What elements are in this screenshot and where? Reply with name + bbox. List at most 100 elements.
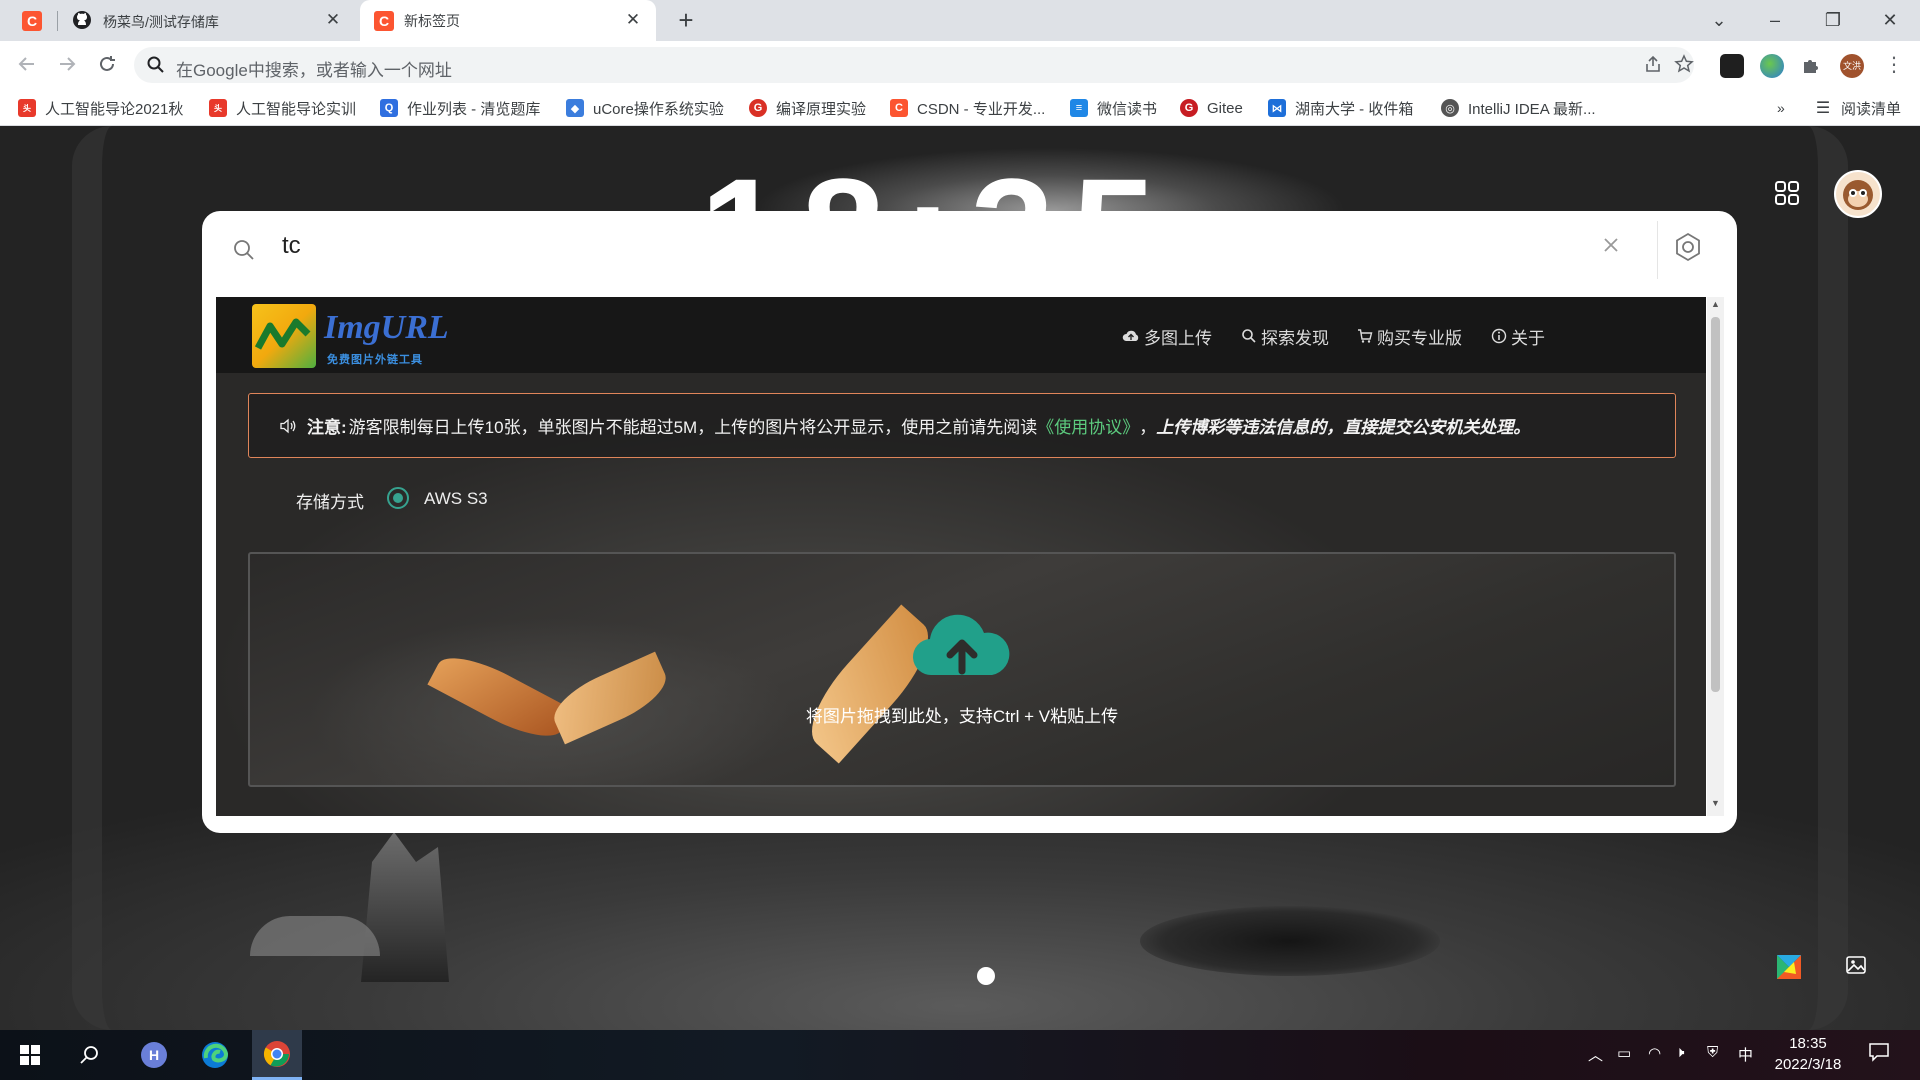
ucore-icon: ◆ (566, 99, 584, 117)
storage-radio-aws[interactable] (387, 487, 409, 509)
wallpaper-image-icon[interactable] (1845, 954, 1867, 981)
bookmark-item[interactable]: G 编译原理实验 (749, 96, 866, 120)
bookmark-label: 人工智能导论实训 (236, 100, 357, 118)
bookmark-label: 人工智能导论2021秋 (45, 100, 184, 118)
tray-chevron-icon[interactable]: ︿ (1588, 1044, 1603, 1065)
bookmark-item[interactable]: ≡ 微信读书 (1070, 96, 1157, 120)
forward-button[interactable] (54, 53, 80, 79)
reading-list-button[interactable]: ☰ 阅读清单 (1814, 96, 1901, 120)
bookmark-label: IntelliJ IDEA 最新... (1468, 100, 1596, 118)
leaf-decoration (545, 651, 675, 745)
nav-multi-upload[interactable]: 多图上传 (1122, 324, 1212, 348)
page-indicator-dot[interactable] (977, 967, 995, 985)
website-preview[interactable]: ImgURL 免费图片外链工具 多图上传 探索发现 购买专业版 关于 注意: 游… (216, 297, 1706, 816)
maximize-button[interactable]: ❐ (1821, 8, 1845, 32)
monkey-avatar-icon (1843, 180, 1873, 210)
taskbar-app-button[interactable]: H (129, 1030, 179, 1080)
nav-label: 关于 (1511, 328, 1545, 348)
colorful-logo-icon[interactable] (1774, 952, 1804, 987)
tab-github-repo[interactable]: C 杨菜鸟/测试存储库 ✕ (0, 0, 356, 41)
bookmark-item[interactable]: ⋈ 湖南大学 - 收件箱 (1268, 96, 1413, 120)
battery-icon[interactable]: ▭ (1617, 1044, 1631, 1062)
bookmark-item[interactable]: 头 人工智能导论实训 (209, 96, 356, 120)
scroll-up-arrow-icon[interactable]: ▲ (1711, 299, 1720, 309)
search-engine-settings-icon[interactable] (1672, 231, 1704, 268)
close-window-button[interactable]: ✕ (1878, 8, 1902, 32)
profile-avatar[interactable]: 文洪 (1840, 54, 1864, 78)
bookmark-label: Gitee (1207, 99, 1243, 117)
intellij-icon: ◎ (1441, 99, 1459, 117)
site-name[interactable]: ImgURL (324, 309, 449, 347)
bookmark-label: uCore操作系统实验 (593, 100, 724, 118)
address-bar[interactable]: 在Google中搜索，或者输入一个网址 (134, 47, 1694, 83)
clear-search-icon[interactable] (1601, 235, 1621, 260)
taskbar-date[interactable]: 2022/3/18 (1766, 1056, 1850, 1073)
bookmarks-more-button[interactable]: » (1777, 96, 1785, 120)
bookmark-star-icon[interactable] (1673, 54, 1695, 76)
reload-button[interactable] (94, 53, 120, 79)
taskbar-edge-button[interactable] (190, 1030, 240, 1080)
menu-kebab-icon[interactable]: ⋮ (1882, 54, 1906, 78)
cloud-upload-icon (1122, 330, 1139, 341)
search-input[interactable]: tc (282, 232, 301, 260)
site-tagline: 免费图片外链工具 (327, 354, 423, 366)
ime-indicator[interactable]: 中 (1738, 1044, 1753, 1065)
taskbar-chrome-button[interactable] (252, 1030, 302, 1080)
cart-icon (1358, 329, 1373, 343)
gitee-icon: G (1180, 99, 1198, 117)
chrome-icon (263, 1040, 290, 1067)
apps-grid-icon[interactable] (1774, 180, 1800, 211)
reading-list-icon: ☰ (1815, 100, 1831, 117)
bookmark-item[interactable]: 头 人工智能导论2021秋 (18, 96, 183, 120)
nav-buy-pro[interactable]: 购买专业版 (1357, 324, 1462, 348)
taskbar-search-button[interactable] (65, 1030, 115, 1080)
volume-muted-icon[interactable]: 🕨 (1675, 1044, 1684, 1061)
github-icon (72, 10, 92, 33)
search-icon (1242, 329, 1256, 343)
speaker-icon (280, 418, 296, 433)
user-avatar[interactable] (1834, 170, 1882, 218)
site-header: ImgURL 免费图片外链工具 多图上传 探索发现 购买专业版 关于 (216, 297, 1706, 373)
preview-scrollbar[interactable]: ▲ ▼ (1707, 297, 1724, 816)
bookmark-item[interactable]: Q 作业列表 - 清览题库 (380, 96, 540, 120)
bookmark-item[interactable]: ◎ IntelliJ IDEA 最新... (1441, 96, 1596, 120)
nav-label: 探索发现 (1261, 328, 1329, 348)
new-tab-button[interactable]: + (672, 7, 700, 35)
minimize-button[interactable]: – (1763, 8, 1787, 32)
upload-dropzone[interactable]: 将图片拖拽到此处，支持Ctrl + V粘贴上传 (248, 552, 1676, 787)
terms-link[interactable]: 《使用协议》 (1037, 413, 1139, 438)
address-bar-placeholder: 在Google中搜索，或者输入一个网址 (176, 61, 452, 80)
notification-icon[interactable] (1868, 1042, 1890, 1066)
wifi-icon[interactable]: ◠ (1648, 1044, 1661, 1062)
app-h-icon: H (141, 1042, 167, 1068)
security-shield-icon[interactable]: ⛨ (1707, 1044, 1718, 1061)
nav-label: 多图上传 (1144, 328, 1212, 348)
reload-icon (100, 56, 115, 71)
share-icon[interactable] (1642, 54, 1664, 76)
nav-explore[interactable]: 探索发现 (1241, 324, 1329, 348)
storage-option-label[interactable]: AWS S3 (424, 489, 488, 509)
tab-close-icon[interactable]: ✕ (324, 11, 342, 29)
new-tab-page: 18:35 tc ImgURL (0, 126, 1920, 1030)
extension-icon[interactable] (1720, 54, 1744, 78)
tab-new-tab[interactable]: C 新标签页 ✕ (360, 0, 656, 41)
wallpaper-crater (1140, 906, 1440, 976)
scroll-down-arrow-icon[interactable]: ▼ (1711, 798, 1720, 808)
bookmark-item[interactable]: ◆ uCore操作系统实验 (566, 96, 724, 120)
tab-search-dropdown-icon[interactable]: ⌄ (1707, 8, 1731, 32)
nav-about[interactable]: 关于 (1491, 324, 1545, 348)
imgurl-logo[interactable] (252, 304, 316, 368)
start-button[interactable] (5, 1030, 55, 1080)
csdn-favicon-icon: C (374, 10, 394, 31)
bookmark-label: 微信读书 (1097, 100, 1158, 118)
taskbar-time[interactable]: 18:35 (1778, 1035, 1838, 1052)
leaf-decoration (427, 643, 573, 751)
bookmark-item[interactable]: G Gitee (1180, 96, 1243, 120)
tab-separator (57, 11, 58, 31)
scrollbar-thumb[interactable] (1711, 317, 1720, 692)
bookmark-item[interactable]: C CSDN - 专业开发... (890, 96, 1045, 120)
tab-close-icon[interactable]: ✕ (624, 11, 642, 29)
puzzle-icon[interactable] (1800, 54, 1824, 78)
back-button[interactable] (14, 53, 40, 79)
globe-extension-icon[interactable] (1760, 54, 1784, 78)
